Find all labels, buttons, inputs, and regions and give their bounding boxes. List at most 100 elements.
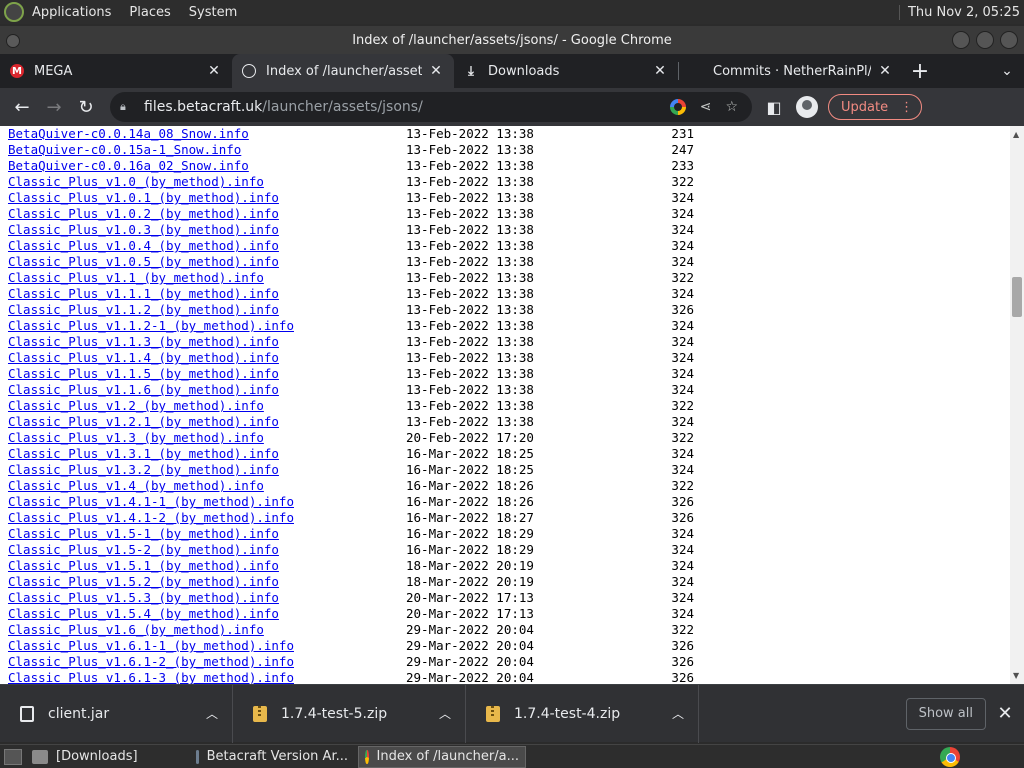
file-link[interactable]: Classic_Plus_v1.2.1_(by_method).info: [8, 414, 279, 430]
file-link[interactable]: Classic_Plus_v1.4.1-1_(by_method).info: [8, 494, 294, 510]
taskbar-item-downloads[interactable]: [Downloads]: [26, 746, 186, 768]
vertical-scrollbar[interactable]: ▲ ▼: [1010, 126, 1024, 684]
file-link[interactable]: Classic_Plus_v1.5.4_(by_method).info: [8, 606, 279, 622]
file-size: 324: [671, 526, 694, 541]
new-tab-button[interactable]: +: [903, 54, 937, 88]
file-link[interactable]: Classic_Plus_v1.5.1_(by_method).info: [8, 558, 279, 574]
file-date: 13-Feb-2022 13:38: [406, 318, 534, 333]
file-link[interactable]: Classic_Plus_v1.1.1_(by_method).info: [8, 286, 279, 302]
tab-title: Downloads: [488, 63, 560, 79]
file-size: 324: [671, 206, 694, 221]
file-link[interactable]: Classic_Plus_v1.1.3_(by_method).info: [8, 334, 279, 350]
panel-clock[interactable]: Thu Nov 2, 05:25: [898, 4, 1020, 20]
file-link[interactable]: Classic_Plus_v1.3.2_(by_method).info: [8, 462, 279, 478]
side-panel-icon[interactable]: ◧: [758, 91, 790, 123]
menu-system[interactable]: System: [189, 5, 237, 20]
update-button[interactable]: Update ⋮: [828, 94, 923, 120]
distro-logo-icon[interactable]: [4, 2, 24, 22]
download-item[interactable]: 1.7.4-test-5.zip ︿: [233, 684, 466, 743]
maximize-button[interactable]: [976, 31, 994, 49]
file-date: 13-Feb-2022 13:38: [406, 238, 534, 253]
file-size: 324: [671, 446, 694, 461]
file-date: 29-Mar-2022 20:04: [406, 638, 534, 653]
file-link[interactable]: Classic_Plus_v1.5-2_(by_method).info: [8, 542, 279, 558]
taskbar-item-chrome[interactable]: Index of /launcher/a...: [358, 745, 526, 768]
download-shelf: client.jar ︿ 1.7.4-test-5.zip ︿ 1.7.4-te…: [0, 684, 1024, 743]
lock-icon[interactable]: 🔒︎: [120, 100, 132, 114]
window-titlebar[interactable]: Index of /launcher/assets/jsons/ - Googl…: [0, 26, 1024, 54]
file-link[interactable]: Classic_Plus_v1.4.1-2_(by_method).info: [8, 510, 294, 526]
zip-icon: [486, 705, 500, 722]
window-menu-icon[interactable]: [6, 34, 20, 48]
google-lens-icon[interactable]: [669, 99, 686, 115]
chevron-up-icon[interactable]: ︿: [658, 705, 698, 722]
file-link[interactable]: Classic_Plus_v1.6.1-2_(by_method).info: [8, 654, 294, 670]
back-button[interactable]: ←: [6, 91, 38, 123]
url-host: files.betacraft.uk: [144, 99, 263, 115]
scroll-down-arrow-icon[interactable]: ▼: [1013, 671, 1019, 680]
close-icon[interactable]: ✕: [877, 63, 893, 79]
file-link[interactable]: Classic_Plus_v1.0.4_(by_method).info: [8, 238, 279, 254]
show-desktop-icon[interactable]: [4, 748, 22, 765]
tab-commits[interactable]: Commits · NetherRainPl/co ✕: [679, 54, 903, 88]
tab-mega[interactable]: M MEGA ✕: [0, 54, 232, 88]
file-link[interactable]: Classic_Plus_v1.5.2_(by_method).info: [8, 574, 279, 590]
file-link[interactable]: BetaQuiver-c0.0.15a-1_Snow.info: [8, 142, 241, 158]
file-link[interactable]: Classic_Plus_v1.1.2-1_(by_method).info: [8, 318, 294, 334]
show-all-downloads-button[interactable]: Show all: [905, 697, 986, 730]
file-date: 13-Feb-2022 13:38: [406, 190, 534, 205]
file-link[interactable]: Classic_Plus_v1.5-1_(by_method).info: [8, 526, 279, 542]
share-icon[interactable]: ⋖: [700, 99, 712, 115]
file-link[interactable]: Classic_Plus_v1.1.5_(by_method).info: [8, 366, 279, 382]
minimize-button[interactable]: [952, 31, 970, 49]
file-link[interactable]: Classic_Plus_v1.0.1_(by_method).info: [8, 190, 279, 206]
file-link[interactable]: Classic_Plus_v1.1.6_(by_method).info: [8, 382, 279, 398]
tab-downloads[interactable]: ⤓ Downloads ✕: [454, 54, 678, 88]
file-link[interactable]: Classic_Plus_v1.6.1-1_(by_method).info: [8, 638, 294, 654]
address-bar[interactable]: 🔒︎ files.betacraft.uk /launcher/assets/j…: [110, 92, 752, 122]
file-date: 20-Feb-2022 17:20: [406, 430, 534, 445]
menu-applications[interactable]: Applications: [32, 5, 111, 20]
file-link[interactable]: BetaQuiver-c0.0.16a_02_Snow.info: [8, 158, 249, 174]
close-icon[interactable]: ✕: [428, 63, 444, 79]
file-link[interactable]: Classic_Plus_v1.0.2_(by_method).info: [8, 206, 279, 222]
file-link[interactable]: Classic_Plus_v1.0_(by_method).info: [8, 174, 264, 190]
chevron-up-icon[interactable]: ︿: [425, 705, 465, 722]
close-icon[interactable]: ✕: [986, 703, 1024, 724]
file-link[interactable]: Classic_Plus_v1.0.3_(by_method).info: [8, 222, 279, 238]
file-link[interactable]: Classic_Plus_v1.1.2_(by_method).info: [8, 302, 279, 318]
forward-button[interactable]: →: [38, 91, 70, 123]
tab-search-chevron-icon[interactable]: ⌄: [990, 54, 1024, 88]
chevron-up-icon[interactable]: ︿: [192, 705, 232, 722]
file-link[interactable]: Classic_Plus_v1.3.1_(by_method).info: [8, 446, 279, 462]
scrollbar-thumb[interactable]: [1012, 277, 1022, 317]
file-link[interactable]: Classic_Plus_v1.1_(by_method).info: [8, 270, 264, 286]
file-link[interactable]: Classic_Plus_v1.0.5_(by_method).info: [8, 254, 279, 270]
reload-button[interactable]: ↻: [70, 91, 102, 123]
file-link[interactable]: Classic_Plus_v1.3_(by_method).info: [8, 430, 264, 446]
download-item[interactable]: client.jar ︿: [0, 684, 233, 743]
file-link[interactable]: Classic_Plus_v1.6_(by_method).info: [8, 622, 264, 638]
close-window-button[interactable]: [1000, 31, 1018, 49]
taskbar-item-betacraft[interactable]: Betacraft Version Ar...: [190, 746, 354, 768]
menu-places[interactable]: Places: [129, 5, 170, 20]
tab-title: Index of /launcher/assets/jsons/: [266, 63, 422, 79]
file-link[interactable]: Classic_Plus_v1.6.1-3_(by_method).info: [8, 670, 294, 684]
download-item[interactable]: 1.7.4-test-4.zip ︿: [466, 684, 699, 743]
close-icon[interactable]: ✕: [652, 63, 668, 79]
file-link[interactable]: Classic_Plus_v1.1.4_(by_method).info: [8, 350, 279, 366]
scroll-up-arrow-icon[interactable]: ▲: [1013, 130, 1019, 139]
tab-index-jsons[interactable]: Index of /launcher/assets/jsons/ ✕: [232, 54, 454, 88]
file-link[interactable]: Classic_Plus_v1.4_(by_method).info: [8, 478, 264, 494]
profile-avatar[interactable]: [796, 96, 818, 118]
file-date: 13-Feb-2022 13:38: [406, 398, 534, 413]
file-size: 324: [671, 558, 694, 573]
chrome-tray-icon[interactable]: [940, 746, 960, 767]
file-link[interactable]: Classic_Plus_v1.2_(by_method).info: [8, 398, 264, 414]
close-icon[interactable]: ✕: [206, 63, 222, 79]
bookmark-star-icon[interactable]: ☆: [725, 99, 738, 115]
file-link[interactable]: BetaQuiver-c0.0.14a_08_Snow.info: [8, 126, 249, 142]
window-controls: [952, 31, 1018, 49]
browser-toolbar: ← → ↻ 🔒︎ files.betacraft.uk /launcher/as…: [0, 88, 1024, 126]
file-link[interactable]: Classic_Plus_v1.5.3_(by_method).info: [8, 590, 279, 606]
